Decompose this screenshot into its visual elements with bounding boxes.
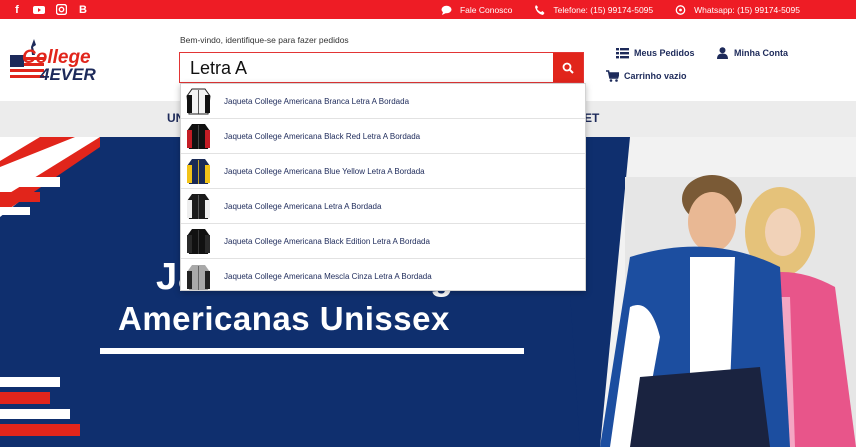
jacket-thumbnail	[187, 229, 210, 254]
jacket-thumbnail	[187, 194, 210, 219]
contact-whatsapp[interactable]: Whatsapp: (15) 99174-5095	[675, 5, 800, 15]
top-bar: f B Fale Conosco Telefone: (15) 99174-50…	[0, 0, 856, 19]
suggestion-label: Jaqueta College Americana Black Red Letr…	[224, 131, 421, 141]
youtube-icon-shape	[33, 5, 45, 14]
orders-label: Meus Pedidos	[634, 48, 695, 58]
contact-phone-label: Telefone: (15) 99174-5095	[553, 4, 654, 15]
list-icon	[616, 48, 629, 59]
chat-icon	[441, 5, 452, 15]
college4ever-logo: College 4EVER	[10, 39, 96, 84]
account-label: Minha Conta	[734, 48, 788, 58]
hero-underline	[100, 348, 524, 354]
search-suggestions: Jaqueta College Americana Branca Letra A…	[180, 83, 586, 291]
suggestion-item[interactable]: Jaqueta College Americana Blue Yellow Le…	[181, 154, 585, 189]
suggestion-item[interactable]: Jaqueta College Americana Black Red Letr…	[181, 119, 585, 154]
contact-phone[interactable]: Telefone: (15) 99174-5095	[534, 4, 654, 15]
orders-link[interactable]: Meus Pedidos	[616, 47, 695, 59]
facebook-icon[interactable]: f	[6, 0, 28, 19]
site-logo[interactable]: College 4EVER	[10, 37, 120, 85]
cart-icon	[606, 70, 619, 82]
contact-whatsapp-label: Whatsapp: (15) 99174-5095	[694, 4, 800, 15]
suggestion-item[interactable]: Jaqueta College Americana Black Edition …	[181, 224, 585, 259]
suggestion-label: Jaqueta College Americana Mescla Cinza L…	[224, 272, 432, 281]
logo-text-bottom: 4EVER	[39, 65, 96, 84]
models-photo	[600, 175, 856, 447]
contact-chat-label: Fale Conosco	[459, 4, 513, 15]
jacket-thumbnail	[187, 264, 210, 290]
user-icon	[717, 47, 728, 59]
welcome-text: Bem-vindo, identifique-se para fazer ped…	[180, 35, 349, 45]
whatsapp-icon	[675, 4, 686, 15]
contact-chat[interactable]: Fale Conosco	[441, 5, 512, 15]
phone-icon	[535, 4, 545, 15]
cart-link[interactable]: Carrinho vazio	[606, 70, 687, 82]
nav-item-partial-right[interactable]: ET	[584, 111, 599, 125]
search-input[interactable]	[190, 56, 550, 80]
hero-title-line2: Americanas Unissex	[118, 300, 450, 337]
search-button[interactable]	[553, 53, 583, 82]
suggestion-label: Jaqueta College Americana Black Edition …	[224, 236, 430, 246]
search-box	[179, 52, 584, 83]
suggestion-label: Jaqueta College Americana Blue Yellow Le…	[224, 166, 425, 176]
social-links: f B	[0, 0, 94, 19]
blog-icon[interactable]: B	[72, 0, 94, 19]
suggestion-label: Jaqueta College Americana Letra A Bordad…	[224, 201, 382, 211]
cart-label: Carrinho vazio	[624, 71, 687, 81]
jacket-thumbnail	[187, 159, 210, 184]
suggestion-item[interactable]: Jaqueta College Americana Mescla Cinza L…	[181, 259, 585, 294]
youtube-icon[interactable]	[28, 0, 50, 19]
search-icon	[562, 62, 574, 74]
jacket-thumbnail	[187, 124, 210, 149]
suggestion-label: Jaqueta College Americana Branca Letra A…	[224, 96, 410, 106]
jacket-thumbnail	[186, 88, 211, 115]
contact-links: Fale Conosco Telefone: (15) 99174-5095 W…	[419, 0, 800, 19]
suggestion-item[interactable]: Jaqueta College Americana Letra A Bordad…	[181, 189, 585, 224]
instagram-icon[interactable]	[50, 0, 72, 19]
suggestion-item[interactable]: Jaqueta College Americana Branca Letra A…	[181, 84, 585, 119]
instagram-icon-shape	[55, 4, 67, 15]
account-link[interactable]: Minha Conta	[716, 47, 788, 59]
